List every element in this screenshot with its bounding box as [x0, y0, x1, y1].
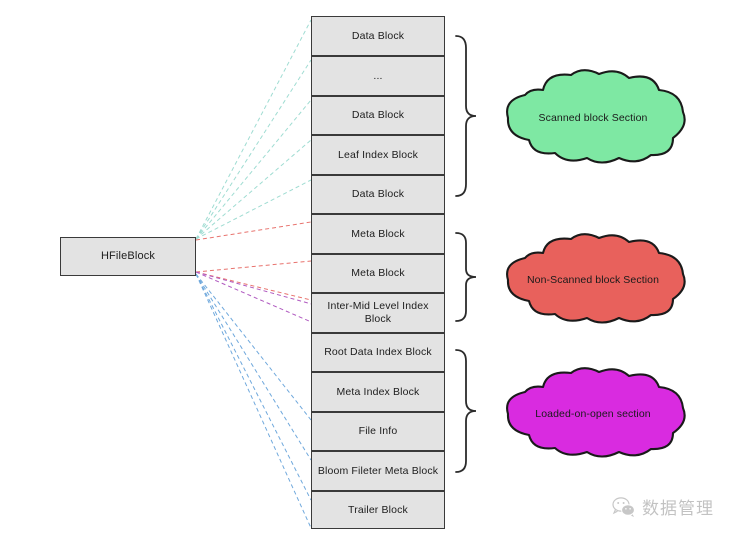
block-meta-block-2[interactable]: Meta Block — [311, 254, 445, 293]
cloud-label-non-scanned: Non-Scanned block Section — [526, 274, 660, 286]
block-inter-mid-level-index-block[interactable]: Inter-Mid Level Index Block — [311, 293, 445, 333]
block-data-block-2[interactable]: Data Block — [311, 96, 445, 135]
block-data-block-1[interactable]: Data Block — [311, 16, 445, 56]
brace-non-scanned-section — [455, 232, 477, 322]
block-trailer-block[interactable]: Trailer Block — [311, 491, 445, 529]
block-leaf-index-block[interactable]: Leaf Index Block — [311, 135, 445, 175]
block-data-block-3[interactable]: Data Block — [311, 175, 445, 214]
watermark: 数据管理 — [612, 494, 714, 519]
brace-loaded-on-open-section — [455, 349, 477, 473]
block-meta-block-1[interactable]: Meta Block — [311, 214, 445, 254]
cloud-loaded-on-open-section[interactable]: Loaded-on-open section — [495, 366, 691, 462]
brace-scanned-section — [455, 35, 477, 197]
block-ellipsis[interactable]: ... — [311, 56, 445, 96]
watermark-text: 数据管理 — [642, 499, 714, 519]
hfileblock-node[interactable]: HFileBlock — [60, 237, 196, 276]
cloud-label-loaded-on-open: Loaded-on-open section — [535, 408, 651, 420]
block-file-info[interactable]: File Info — [311, 412, 445, 451]
wechat-icon — [612, 496, 635, 517]
block-bloom-filter-meta-block[interactable]: Bloom Fileter Meta Block — [311, 451, 445, 491]
block-meta-index-block[interactable]: Meta Index Block — [311, 372, 445, 412]
cloud-label-scanned: Scanned block Section — [538, 112, 648, 124]
diagram-canvas: HFileBlock Data Block ... Data Block Lea… — [0, 0, 751, 546]
block-root-data-index-block[interactable]: Root Data Index Block — [311, 333, 445, 372]
cloud-non-scanned-block-section[interactable]: Non-Scanned block Section — [495, 232, 691, 328]
cloud-scanned-block-section[interactable]: Scanned block Section — [495, 68, 691, 168]
